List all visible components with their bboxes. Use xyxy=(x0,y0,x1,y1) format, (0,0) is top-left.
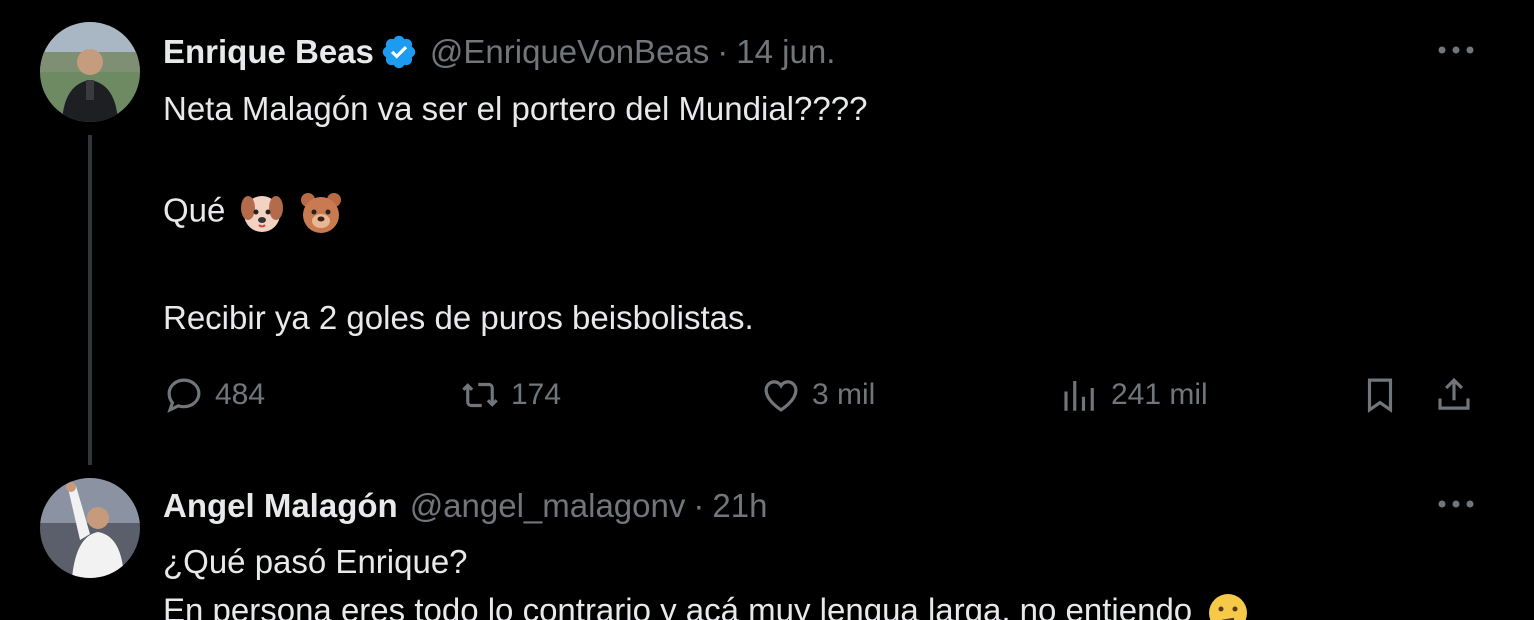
heart-icon xyxy=(764,380,798,412)
thread-line xyxy=(88,135,92,465)
views-button[interactable]: 241 mil xyxy=(1059,370,1208,420)
tweet-text-word: Qué xyxy=(163,191,226,229)
more-dots-icon xyxy=(1438,46,1474,54)
avatar-angel[interactable] xyxy=(40,478,140,578)
verified-badge-icon xyxy=(382,35,416,69)
dog-face-emoji xyxy=(240,196,283,232)
analytics-icon xyxy=(1064,381,1094,411)
share-button[interactable] xyxy=(1433,370,1475,420)
reply-button[interactable]: 484 xyxy=(163,370,265,420)
tweet-text-line: Neta Malagón va ser el portero del Mundi… xyxy=(163,90,868,127)
display-name[interactable]: Enrique Beas xyxy=(163,33,374,71)
reply-icon xyxy=(167,378,201,413)
timestamp[interactable]: 14 jun. xyxy=(736,33,835,71)
more-dots-icon xyxy=(1438,500,1474,508)
tweet-text-line: En persona eres todo lo contrario y acá … xyxy=(163,590,1251,620)
more-options-button[interactable] xyxy=(1436,30,1476,70)
tweet-text-line: Recibir ya 2 goles de puros beisbolistas… xyxy=(163,299,754,336)
like-count: 3 mil xyxy=(812,378,876,411)
retweet-icon xyxy=(462,382,498,408)
timestamp[interactable]: 21h xyxy=(712,487,767,525)
like-button[interactable]: 3 mil xyxy=(760,370,875,420)
tweet-text-line: Qué xyxy=(163,190,344,236)
tweet-text-line: ¿Qué pasó Enrique? xyxy=(163,543,468,580)
tweet-text-sentence: En persona eres todo lo contrario y acá … xyxy=(163,591,1193,620)
avatar-enrique[interactable] xyxy=(40,22,140,122)
retweet-button[interactable]: 174 xyxy=(459,370,561,420)
bookmark-icon xyxy=(1367,378,1393,413)
view-count: 241 mil xyxy=(1111,378,1208,411)
tweet-header: Enrique Beas @EnriqueVonBeas · 14 jun. xyxy=(163,32,835,72)
thinking-face-emoji xyxy=(1209,594,1248,620)
share-icon xyxy=(1438,377,1470,410)
tweet-actions: 484 174 3 mil 241 mil xyxy=(163,370,1483,420)
handle[interactable]: @angel_malagonv xyxy=(410,487,686,525)
tweet-angel[interactable]: Angel Malagón @angel_malagonv · 21h ¿Qué… xyxy=(0,470,1534,620)
separator-dot: · xyxy=(693,487,705,524)
retweet-count: 174 xyxy=(511,378,562,411)
handle[interactable]: @EnriqueVonBeas xyxy=(430,33,709,71)
bookmark-button[interactable] xyxy=(1359,370,1401,420)
bear-face-emoji xyxy=(300,193,341,233)
display-name[interactable]: Angel Malagón xyxy=(163,487,398,525)
reply-count: 484 xyxy=(215,378,266,411)
tweet-header: Angel Malagón @angel_malagonv · 21h xyxy=(163,486,767,526)
more-options-button[interactable] xyxy=(1436,484,1476,524)
tweet-enrique[interactable]: Enrique Beas @EnriqueVonBeas · 14 jun. N… xyxy=(0,0,1534,470)
separator-dot: · xyxy=(717,33,729,70)
